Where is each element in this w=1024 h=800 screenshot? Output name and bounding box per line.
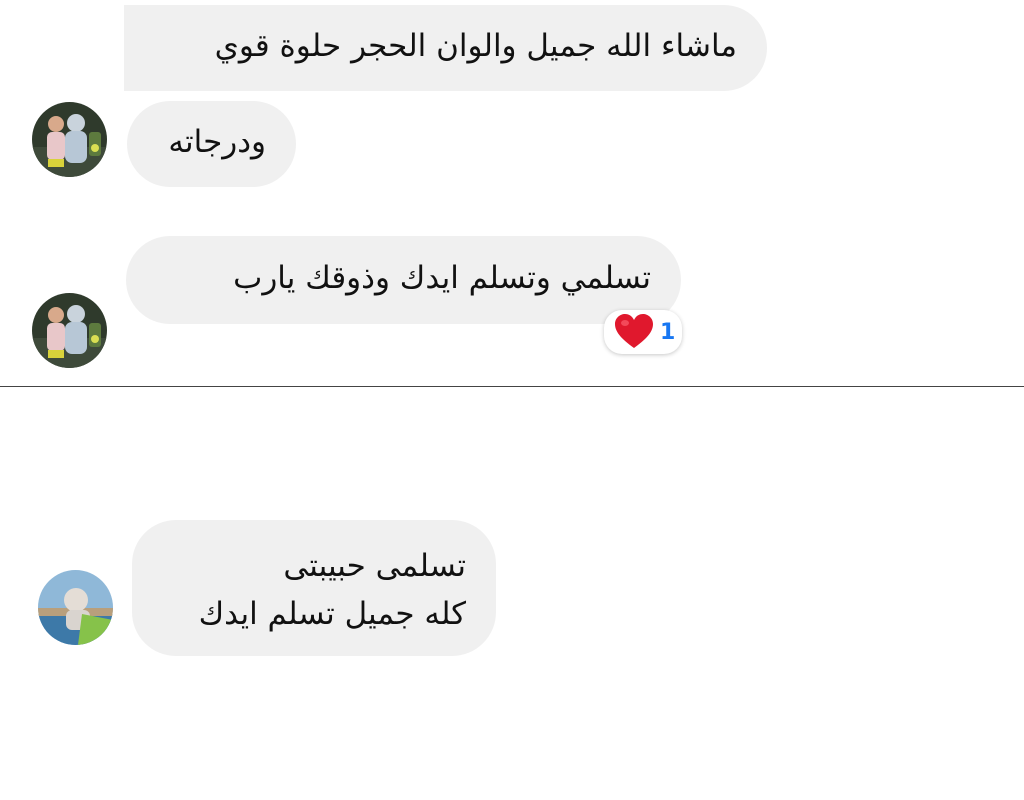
- message-text: ماشاء الله جميل والوان الحجر حلوة قوي: [214, 28, 737, 64]
- message-text: ودرجاته: [168, 124, 266, 160]
- avatar[interactable]: [32, 102, 107, 177]
- heart-icon: [614, 314, 654, 350]
- message-line: تسلمى حبيبتى: [283, 548, 466, 584]
- message-bubble[interactable]: ماشاء الله جميل والوان الحجر حلوة قوي: [124, 5, 767, 91]
- reaction-count: 1: [660, 319, 676, 345]
- reaction-badge[interactable]: 1: [604, 310, 682, 354]
- avatar[interactable]: [32, 293, 107, 368]
- avatar[interactable]: [38, 570, 113, 645]
- message-text: تسلمي وتسلم ايدك وذوقك يارب: [233, 260, 651, 296]
- message-bubble[interactable]: ودرجاته: [127, 101, 296, 187]
- message-bubble[interactable]: تسلمى حبيبتى كله جميل تسلم ايدك: [132, 520, 496, 656]
- section-divider: [0, 386, 1024, 387]
- message-line: كله جميل تسلم ايدك: [198, 596, 466, 632]
- message-bubble[interactable]: تسلمي وتسلم ايدك وذوقك يارب: [126, 236, 681, 324]
